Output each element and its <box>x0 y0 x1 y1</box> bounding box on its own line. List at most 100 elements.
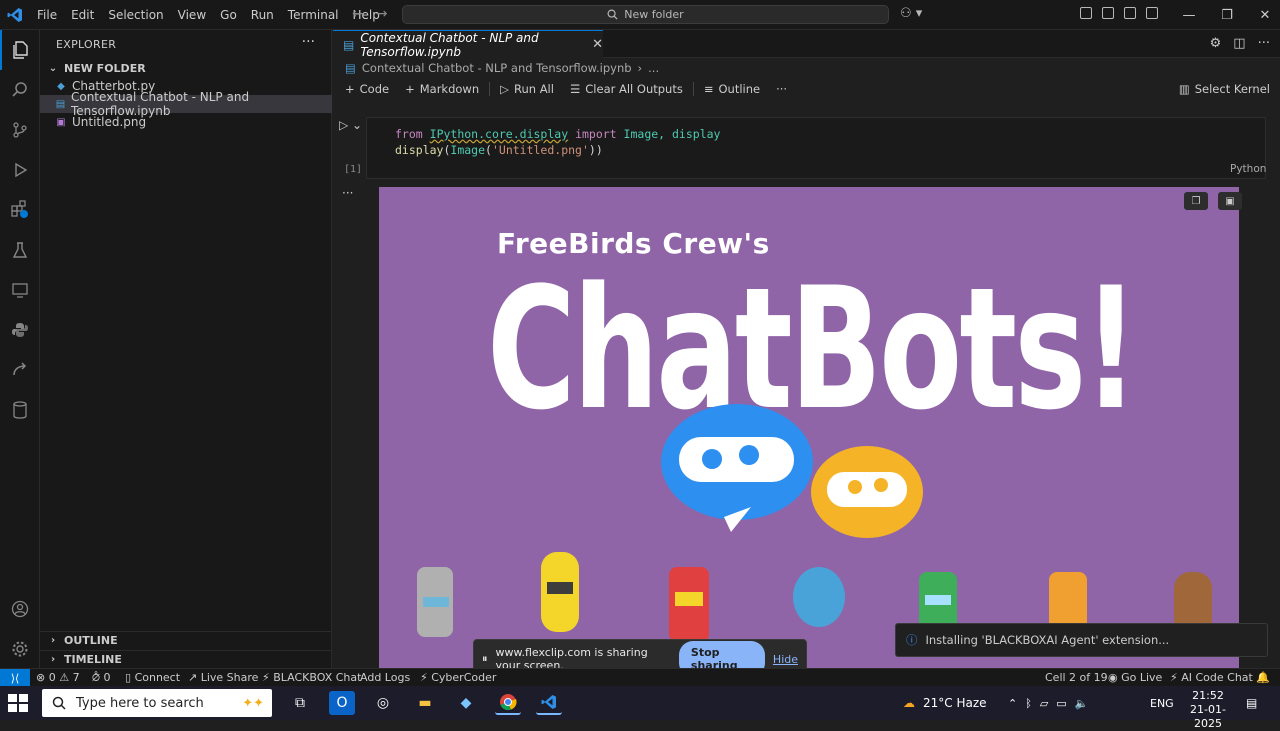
add-markdown-button[interactable]: + Markdown <box>397 78 487 100</box>
weather-widget[interactable]: ☁ 21°C Haze <box>903 686 987 720</box>
cell-language[interactable]: Python <box>1230 163 1266 175</box>
split-editor-icon[interactable]: ◫ <box>1233 36 1245 51</box>
breadcrumb-more[interactable]: ... <box>648 61 659 75</box>
menu-edit[interactable]: Edit <box>64 0 101 30</box>
problems-indicator[interactable]: ⊗ 0 ⚠ 7 <box>36 671 80 684</box>
code-line-2: display(Image('Untitled.png')) <box>395 142 1265 158</box>
ai-code-chat-button[interactable]: ⚡ AI Code Chat <box>1170 671 1253 684</box>
copilot-app-icon[interactable]: ◆ <box>453 691 479 715</box>
outlook-icon[interactable]: O <box>329 691 355 715</box>
menu-view[interactable]: View <box>171 0 213 30</box>
run-debug-icon[interactable] <box>0 150 40 190</box>
outline-button[interactable]: ≡ Outline <box>696 78 768 100</box>
run-all-button[interactable]: ▷ Run All <box>492 78 562 100</box>
clear-outputs-button[interactable]: ☰ Clear All Outputs <box>562 78 691 100</box>
python-icon[interactable] <box>0 310 40 350</box>
code-line-1: from IPython.core.display import Image, … <box>395 126 1265 142</box>
database-icon[interactable] <box>0 390 40 430</box>
notification-center-icon[interactable]: ▤ <box>1246 686 1257 720</box>
more-actions-icon[interactable]: ··· <box>1258 36 1270 51</box>
notebook-file-icon: ▤ <box>345 61 356 75</box>
back-arrow-icon[interactable]: ← <box>352 6 364 22</box>
menu-file[interactable]: File <box>30 0 64 30</box>
status-bar: ⟩⟨ ⊗ 0 ⚠ 7 ⦲ 0 ▯ Connect ↗ Live Share ⚡ … <box>0 668 1280 687</box>
toggle-secondary-sidebar-icon[interactable] <box>1146 7 1158 19</box>
menu-go[interactable]: Go <box>213 0 244 30</box>
chrome-icon[interactable] <box>495 691 521 715</box>
gear-icon[interactable]: ⚙ <box>1210 36 1222 51</box>
file-explorer-icon[interactable]: ▬ <box>412 691 438 715</box>
remote-explorer-icon[interactable] <box>0 270 40 310</box>
add-logs-button[interactable]: Add Logs <box>360 671 410 684</box>
vscode-taskbar-icon[interactable] <box>536 691 562 715</box>
source-control-icon[interactable] <box>0 110 40 150</box>
more-actions-icon[interactable]: ··· <box>768 78 795 100</box>
dell-icon[interactable]: ◎ <box>370 691 396 715</box>
more-actions-icon[interactable]: ··· <box>302 34 315 50</box>
command-center[interactable]: New folder <box>402 5 889 24</box>
remote-indicator-icon[interactable]: ⟩⟨ <box>0 669 30 687</box>
minimize-icon[interactable]: — <box>1170 0 1208 30</box>
output-more-icon[interactable]: ··· <box>342 186 353 200</box>
clock[interactable]: 21:52 21-01-2025 <box>1180 689 1236 731</box>
live-share-label: Live Share <box>200 671 259 684</box>
ports-indicator[interactable]: ⦲ 0 <box>92 671 110 685</box>
timeline-section[interactable]: › TIMELINE <box>40 650 332 668</box>
cybercoder-button[interactable]: ⚡ CyberCoder <box>420 671 496 684</box>
chevron-right-icon: › <box>50 654 56 665</box>
clock-date: 21-01-2025 <box>1190 703 1226 730</box>
command-center-label: New folder <box>624 8 684 21</box>
extensions-icon[interactable] <box>0 190 40 230</box>
manage-gear-icon[interactable] <box>0 629 40 669</box>
account-icon[interactable] <box>0 589 40 629</box>
live-share-button[interactable]: ↗ Live Share <box>188 671 258 684</box>
vscode-logo-icon <box>0 0 30 30</box>
run-cell-icon[interactable]: ▷ ⌄ <box>339 118 362 132</box>
volume-icon[interactable]: 🔈 <box>1075 697 1089 710</box>
bluetooth-icon[interactable]: ᛒ <box>1025 697 1032 710</box>
file-item-untitled-png[interactable]: ▣ Untitled.png <box>40 113 332 131</box>
select-kernel-button[interactable]: ▥ Select Kernel <box>1179 82 1270 96</box>
ai-chat-label: AI Code Chat <box>1181 671 1253 684</box>
battery-icon[interactable]: ▭ <box>1056 697 1066 710</box>
connect-button[interactable]: ▯ Connect <box>125 671 180 684</box>
task-view-icon[interactable]: ⧉ <box>287 691 313 715</box>
code-token: display <box>395 143 444 157</box>
output-image: FreeBirds Crew's ChatBots! <box>379 187 1239 668</box>
toggle-panel-icon[interactable] <box>1124 7 1136 19</box>
close-icon[interactable]: ✕ <box>592 37 603 52</box>
copy-icon[interactable]: ❐ <box>1184 192 1208 210</box>
notifications-bell-icon[interactable]: 🔔 <box>1256 671 1270 684</box>
menu-terminal[interactable]: Terminal <box>281 0 346 30</box>
taskbar-search-input[interactable]: Type here to search ✦✦ <box>42 689 272 717</box>
explorer-icon[interactable] <box>0 30 40 70</box>
code-cell-editor[interactable]: from IPython.core.display import Image, … <box>366 117 1266 179</box>
close-icon[interactable]: ✕ <box>1246 0 1280 30</box>
search-icon[interactable] <box>0 70 40 110</box>
forward-arrow-icon[interactable]: → <box>376 6 388 22</box>
language-indicator[interactable]: ENG <box>1150 686 1174 720</box>
go-live-button[interactable]: ◉ Go Live <box>1108 671 1162 684</box>
toggle-sidebar-icon[interactable] <box>1102 7 1114 19</box>
plus-icon: + <box>405 82 415 96</box>
blackbox-chat-button[interactable]: ⚡ BLACKBOX Chat <box>262 671 361 684</box>
menu-run[interactable]: Run <box>244 0 281 30</box>
folder-new-folder[interactable]: ⌄ NEW FOLDER <box>40 59 332 77</box>
windows-start-icon[interactable] <box>8 694 28 712</box>
breadcrumb-file[interactable]: Contextual Chatbot - NLP and Tensorflow.… <box>362 61 632 75</box>
outline-section[interactable]: › OUTLINE <box>40 631 332 649</box>
copilot-icon[interactable]: ⚇ ▾ <box>900 6 922 21</box>
save-icon[interactable]: ▣ <box>1218 192 1242 210</box>
chevron-up-icon[interactable]: ⌃ <box>1008 697 1017 710</box>
tab-notebook[interactable]: ▤ Contextual Chatbot - NLP and Tensorflo… <box>333 30 603 59</box>
add-code-button[interactable]: + Code <box>337 78 397 100</box>
network-icon[interactable]: ▱ <box>1040 697 1048 710</box>
customize-layout-icon[interactable] <box>1080 7 1092 19</box>
menu-selection[interactable]: Selection <box>101 0 170 30</box>
file-item-notebook[interactable]: ▤ Contextual Chatbot - NLP and Tensorflo… <box>40 90 332 118</box>
cell-position[interactable]: Cell 2 of 19 <box>1045 671 1108 684</box>
testing-icon[interactable] <box>0 230 40 270</box>
hide-link[interactable]: Hide <box>773 653 798 666</box>
live-share-icon[interactable] <box>0 350 40 390</box>
restore-icon[interactable]: ❐ <box>1208 0 1246 30</box>
